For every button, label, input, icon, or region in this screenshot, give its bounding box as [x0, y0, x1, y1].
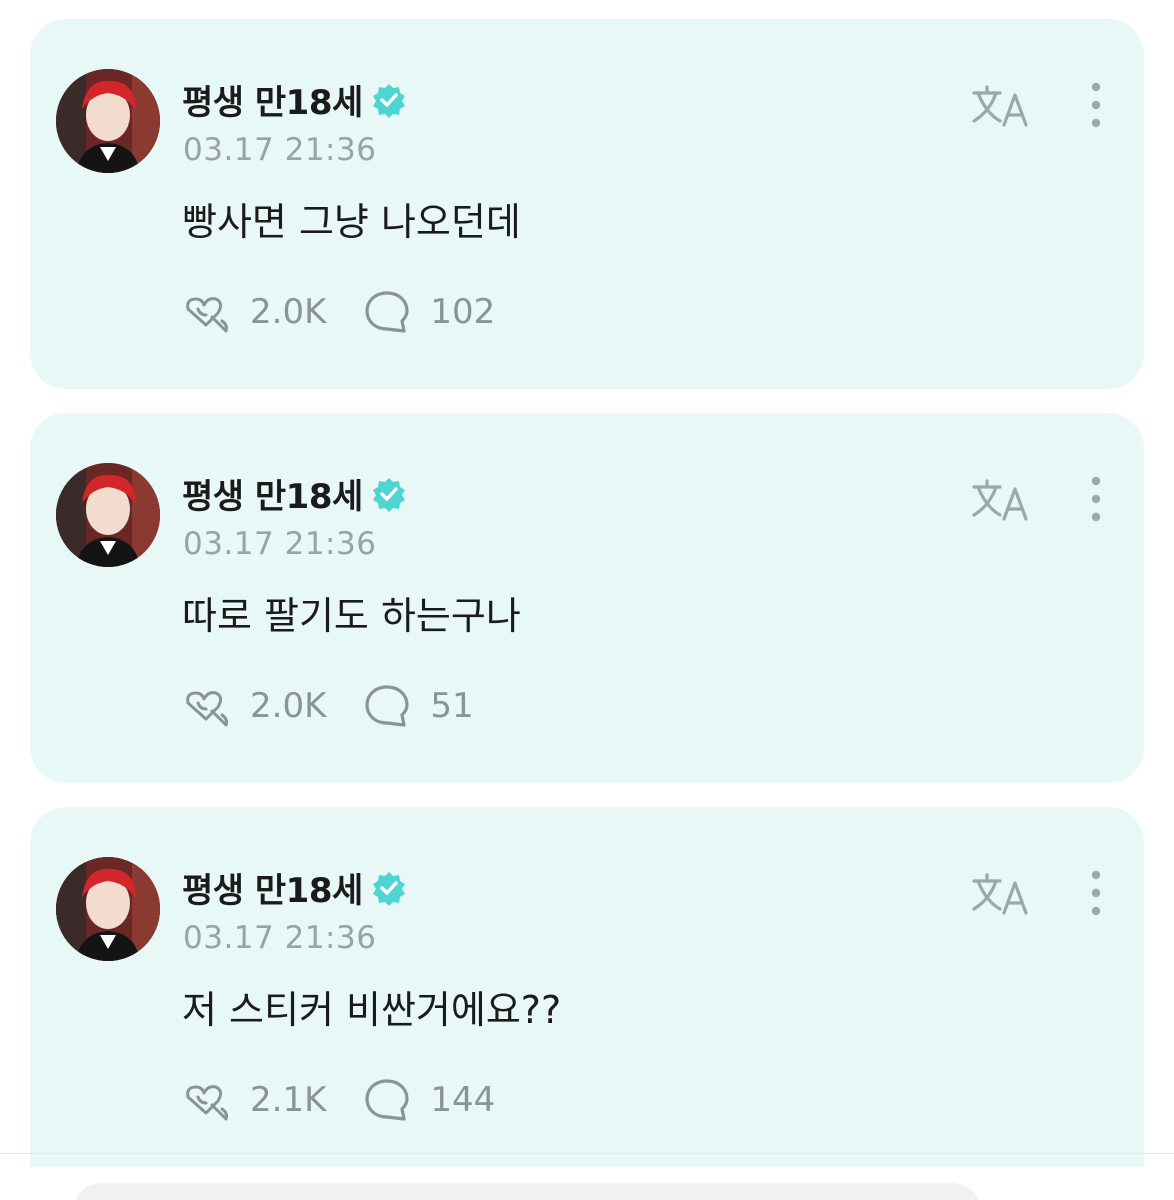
- author-row: 평생 만18세: [182, 469, 407, 518]
- comment-count: 51: [430, 686, 474, 726]
- post-card[interactable]: 평생 만18세 03.17 21:36 따로 팔기도 하는구나 2.0K 51: [30, 413, 1144, 783]
- post-time: 03.17 21:36: [183, 920, 377, 956]
- verified-badge-icon: [372, 477, 405, 512]
- comment-stat[interactable]: 51: [362, 681, 474, 731]
- translate-icon[interactable]: [970, 81, 1032, 131]
- post-card[interactable]: 평생 만18세 03.17 21:36 빵사면 그냥 나오던데 2.0K 102: [30, 19, 1144, 389]
- comment-count: 102: [430, 292, 496, 332]
- like-count: 2.1K: [250, 1080, 327, 1120]
- author-name[interactable]: 평생 만18세: [182, 863, 363, 912]
- translate-icon[interactable]: [970, 475, 1032, 525]
- like-stat[interactable]: 2.0K: [182, 681, 326, 731]
- like-stat[interactable]: 2.1K: [182, 1075, 326, 1125]
- heart-sparkle-icon: [186, 297, 228, 333]
- bottom-divider: [0, 1153, 1174, 1154]
- more-vertical-icon[interactable]: [1086, 475, 1106, 523]
- avatar[interactable]: [56, 69, 160, 173]
- like-count: 2.0K: [250, 686, 327, 726]
- post-text: 빵사면 그냥 나오던데: [182, 200, 521, 244]
- more-vertical-icon[interactable]: [1086, 869, 1106, 917]
- comment-bubble-icon: [365, 1079, 409, 1121]
- verified-badge-icon: [372, 83, 405, 118]
- post-time: 03.17 21:36: [183, 132, 377, 168]
- comment-stat[interactable]: 102: [362, 287, 495, 337]
- post-stats: 2.0K 102: [182, 287, 531, 337]
- comment-feed: 평생 만18세 03.17 21:36 빵사면 그냥 나오던데 2.0K 102…: [0, 0, 1174, 1200]
- author-name[interactable]: 평생 만18세: [182, 469, 363, 518]
- heart-sparkle-icon: [186, 1085, 228, 1121]
- like-stat[interactable]: 2.0K: [182, 287, 326, 337]
- author-row: 평생 만18세: [182, 863, 407, 912]
- more-vertical-icon[interactable]: [1086, 81, 1106, 129]
- post-time: 03.17 21:36: [183, 526, 377, 562]
- verified-badge-icon: [372, 871, 405, 906]
- post-text: 저 스티커 비싼거에요??: [182, 988, 562, 1032]
- post-stats: 2.1K 144: [182, 1075, 531, 1125]
- like-count: 2.0K: [250, 292, 327, 332]
- comment-bubble-icon: [365, 291, 409, 333]
- post-stats: 2.0K 51: [182, 681, 510, 731]
- comment-stat[interactable]: 144: [362, 1075, 495, 1125]
- reply-input-bar[interactable]: [72, 1183, 982, 1200]
- post-text: 따로 팔기도 하는구나: [182, 594, 521, 638]
- heart-sparkle-icon: [186, 691, 228, 727]
- comment-count: 144: [430, 1080, 496, 1120]
- comment-bubble-icon: [365, 685, 409, 727]
- author-row: 평생 만18세: [182, 75, 407, 124]
- avatar[interactable]: [56, 857, 160, 961]
- avatar[interactable]: [56, 463, 160, 567]
- translate-icon[interactable]: [970, 869, 1032, 919]
- author-name[interactable]: 평생 만18세: [182, 75, 363, 124]
- post-card[interactable]: 평생 만18세 03.17 21:36 저 스티커 비싼거에요?? 2.1K 1…: [30, 807, 1144, 1167]
